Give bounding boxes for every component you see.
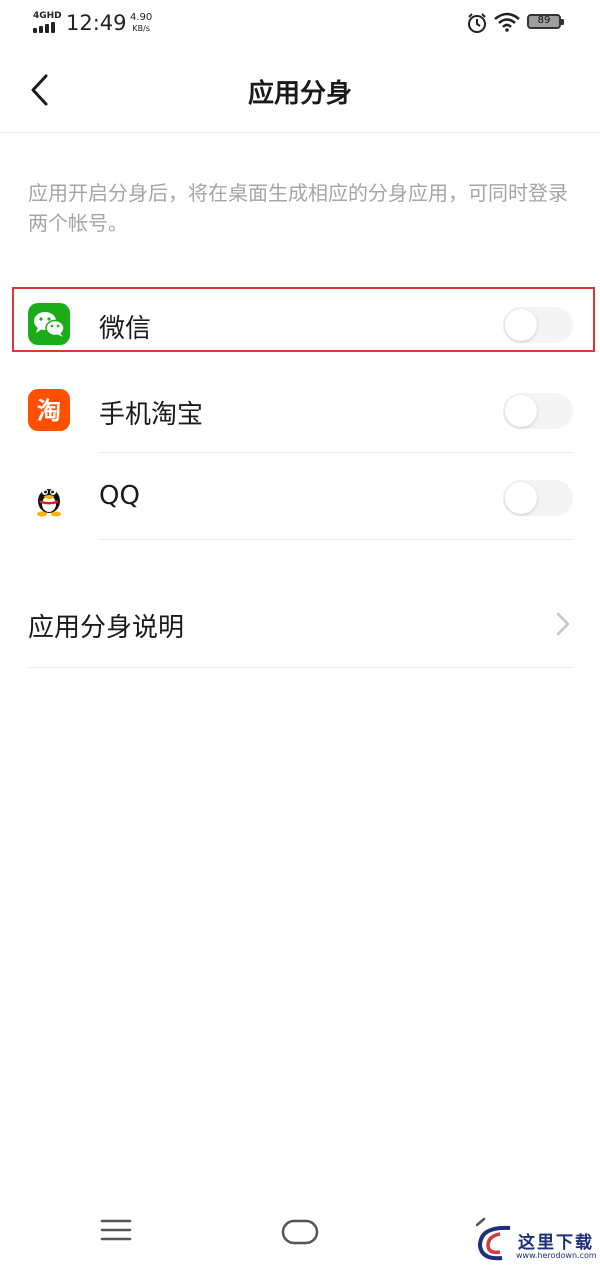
toggle-knob — [505, 395, 537, 427]
divider — [99, 539, 573, 540]
app-name: 微信 — [99, 314, 152, 344]
speed-unit: KB/s — [132, 24, 150, 33]
network-speed: 4.90 KB/s — [130, 12, 152, 34]
description-text: 应用开启分身后，将在桌面生成相应的分身应用，可同时登录两个帐号。 — [28, 181, 568, 235]
title-bar: 应用分身 — [0, 48, 600, 133]
divider — [99, 452, 573, 453]
app-row-qq[interactable]: QQ — [0, 454, 600, 540]
home-icon[interactable] — [281, 1218, 319, 1246]
app-clone-explanation-row[interactable]: 应用分身说明 — [0, 580, 600, 668]
chevron-right-icon — [556, 612, 570, 636]
speed-value: 4.90 — [130, 12, 153, 23]
app-name: QQ — [99, 481, 140, 511]
toggle-knob — [505, 482, 537, 514]
wifi-icon — [494, 12, 520, 32]
battery-level: 89 — [537, 15, 551, 26]
battery-icon: 89 — [527, 14, 564, 29]
network-type: 4GHD — [33, 11, 62, 21]
wechat-icon — [28, 303, 70, 345]
taobao-toggle[interactable] — [503, 393, 573, 429]
app-row-taobao[interactable]: 淘 手机淘宝 — [0, 367, 600, 453]
site-watermark: 这里下载 www.herodown.com — [470, 1222, 597, 1266]
watermark-logo — [477, 1225, 511, 1261]
menu-icon[interactable] — [100, 1218, 132, 1242]
status-time: 12:49 — [66, 11, 127, 35]
toggle-knob — [505, 309, 537, 341]
status-bar: 4GHD 12:49 4.90 KB/s 89 — [0, 0, 600, 48]
watermark-text: 这里下载 — [518, 1233, 594, 1253]
qq-icon — [28, 476, 70, 518]
app-name: 手机淘宝 — [99, 400, 204, 430]
wechat-toggle[interactable] — [503, 307, 573, 343]
page-title: 应用分身 — [247, 79, 352, 109]
alarm-icon — [468, 13, 486, 33]
explanation-label: 应用分身说明 — [28, 613, 185, 643]
app-row-wechat[interactable]: 微信 — [0, 281, 600, 367]
qq-toggle[interactable] — [503, 480, 573, 516]
svg-text:淘: 淘 — [37, 397, 61, 425]
watermark-url: www.herodown.com — [516, 1251, 597, 1260]
taobao-icon: 淘 — [28, 389, 70, 431]
signal-icon — [33, 21, 59, 33]
divider — [28, 667, 573, 668]
